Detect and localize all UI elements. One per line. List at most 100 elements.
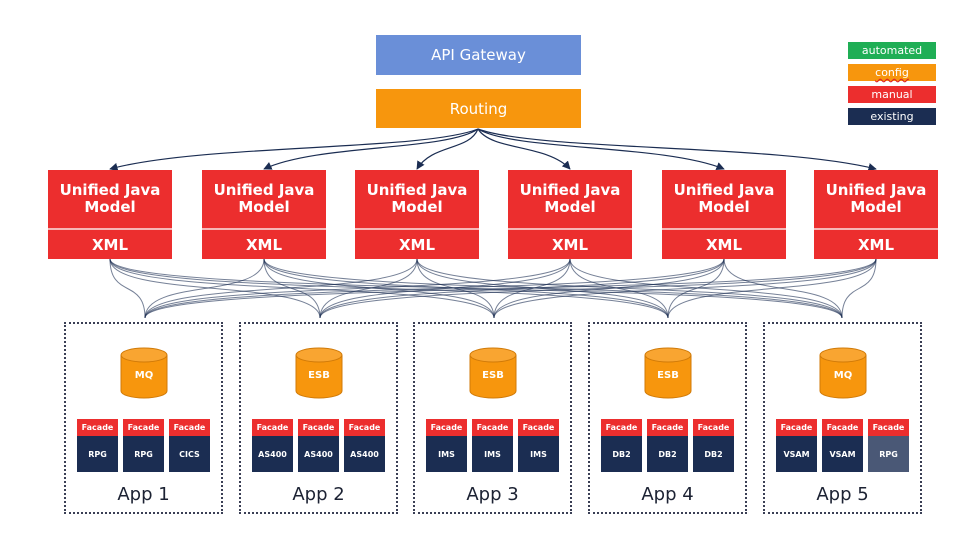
backend-system-label: VSAM bbox=[776, 436, 817, 472]
routing-to-model-edge bbox=[477, 128, 571, 170]
legend-label: config bbox=[875, 66, 909, 79]
facade-label: Facade bbox=[298, 419, 339, 436]
model-format: XML bbox=[398, 235, 436, 254]
legend-manual: manual bbox=[848, 86, 936, 103]
app-name: App 2 bbox=[292, 484, 345, 505]
model-to-app-edge bbox=[416, 258, 843, 319]
model-to-app-edge bbox=[144, 258, 265, 319]
legend-label: manual bbox=[871, 88, 913, 101]
backend-system-label: AS400 bbox=[344, 436, 385, 472]
model-to-app-edge bbox=[263, 258, 669, 319]
facade-tile: Facade AS400 bbox=[252, 419, 293, 472]
routing-box: Routing bbox=[376, 89, 581, 128]
facade-tile: Facade RPG bbox=[868, 419, 909, 472]
facade-tile: Facade CICS bbox=[169, 419, 210, 472]
model-to-app-edge bbox=[144, 258, 571, 319]
model-title: Unified Java Model bbox=[519, 181, 621, 216]
model-to-app-edge bbox=[319, 258, 418, 319]
backend-system-label: IMS bbox=[472, 436, 513, 472]
app-name: App 5 bbox=[816, 484, 869, 505]
unified-java-model-box: Unified Java Model XML bbox=[355, 170, 479, 259]
model-title: Unified Java Model bbox=[673, 181, 775, 216]
api-gateway-label: API Gateway bbox=[431, 46, 526, 64]
model-to-app-edge bbox=[493, 258, 725, 319]
routing-to-model-edge bbox=[109, 128, 479, 172]
backend-system-label: VSAM bbox=[822, 436, 863, 472]
middleware-label: ESB bbox=[657, 370, 679, 381]
backend-system-label: RPG bbox=[123, 436, 164, 472]
legend-label: existing bbox=[870, 110, 914, 123]
model-to-app-edge bbox=[569, 258, 843, 319]
backend-system-label: IMS bbox=[518, 436, 559, 472]
model-to-app-edge bbox=[144, 258, 725, 319]
model-format: XML bbox=[551, 235, 589, 254]
model-to-app-edge bbox=[667, 258, 877, 319]
facade-tile: Facade VSAM bbox=[822, 419, 863, 472]
model-to-app-edge bbox=[109, 258, 495, 319]
model-format: XML bbox=[705, 235, 743, 254]
facade-tile: Facade AS400 bbox=[298, 419, 339, 472]
facade-label: Facade bbox=[344, 419, 385, 436]
app-name: App 3 bbox=[466, 484, 519, 505]
middleware-label: ESB bbox=[482, 370, 504, 381]
model-to-app-edge bbox=[319, 258, 877, 319]
model-to-app-edge bbox=[263, 258, 321, 319]
facade-label: Facade bbox=[868, 419, 909, 436]
model-to-app-edge bbox=[319, 258, 571, 319]
model-to-app-edge bbox=[841, 258, 877, 319]
facade-row: Facade IMS Facade IMS Facade IMS bbox=[426, 419, 559, 472]
api-gateway-box: API Gateway bbox=[376, 35, 581, 75]
facade-label: Facade bbox=[252, 419, 293, 436]
facade-tile: Facade DB2 bbox=[647, 419, 688, 472]
facade-label: Facade bbox=[169, 419, 210, 436]
app-container: ESB Facade AS400 Facade AS400 Facade AS400 App … bbox=[239, 322, 398, 514]
legend-config: config bbox=[848, 64, 936, 81]
facade-label: Facade bbox=[647, 419, 688, 436]
facade-label: Facade bbox=[123, 419, 164, 436]
model-to-app-edge bbox=[569, 258, 669, 319]
model-format: XML bbox=[857, 235, 895, 254]
backend-system-label: AS400 bbox=[252, 436, 293, 472]
model-to-app-edge bbox=[109, 258, 843, 319]
routing-to-model-edge bbox=[263, 128, 479, 170]
unified-java-model-box: Unified Java Model XML bbox=[662, 170, 786, 259]
unified-java-model-box: Unified Java Model XML bbox=[814, 170, 938, 259]
routing-to-model-edge bbox=[477, 128, 877, 172]
model-title: Unified Java Model bbox=[825, 181, 927, 216]
facade-label: Facade bbox=[822, 419, 863, 436]
app-name: App 4 bbox=[641, 484, 694, 505]
facade-tile: Facade DB2 bbox=[601, 419, 642, 472]
legend-automated: automated bbox=[848, 42, 936, 59]
backend-system-label: IMS bbox=[426, 436, 467, 472]
backend-system-label: DB2 bbox=[693, 436, 734, 472]
unified-java-model-box: Unified Java Model XML bbox=[202, 170, 326, 259]
app-container: MQ Facade VSAM Facade VSAM Facade RPG App 5 bbox=[763, 322, 922, 514]
model-to-app-edge bbox=[493, 258, 877, 319]
model-title: Unified Java Model bbox=[366, 181, 468, 216]
unified-java-model-box: Unified Java Model XML bbox=[508, 170, 632, 259]
facade-label: Facade bbox=[693, 419, 734, 436]
model-format: XML bbox=[245, 235, 283, 254]
model-to-app-edge bbox=[263, 258, 843, 319]
facade-label: Facade bbox=[776, 419, 817, 436]
facade-tile: Facade AS400 bbox=[344, 419, 385, 472]
facade-row: Facade VSAM Facade VSAM Facade RPG bbox=[776, 419, 909, 472]
model-to-app-edge bbox=[493, 258, 571, 319]
legend: automated config manual existing bbox=[848, 42, 936, 130]
model-to-app-edge bbox=[416, 258, 669, 319]
model-to-app-edge bbox=[144, 258, 877, 319]
facade-row: Facade RPG Facade RPG Facade CICS bbox=[77, 419, 210, 472]
model-to-app-edge bbox=[144, 258, 418, 319]
facade-tile: Facade DB2 bbox=[693, 419, 734, 472]
middleware-label: ESB bbox=[308, 370, 330, 381]
routing-to-model-edge bbox=[416, 128, 479, 170]
backend-system-label: CICS bbox=[169, 436, 210, 472]
model-to-app-edge bbox=[723, 258, 843, 319]
model-to-app-edge bbox=[667, 258, 725, 319]
routing-to-model-edge bbox=[477, 128, 725, 171]
facade-label: Facade bbox=[77, 419, 118, 436]
facade-row: Facade DB2 Facade DB2 Facade DB2 bbox=[601, 419, 734, 472]
backend-system-label: RPG bbox=[868, 436, 909, 472]
app-name: App 1 bbox=[117, 484, 170, 505]
facade-label: Facade bbox=[426, 419, 467, 436]
